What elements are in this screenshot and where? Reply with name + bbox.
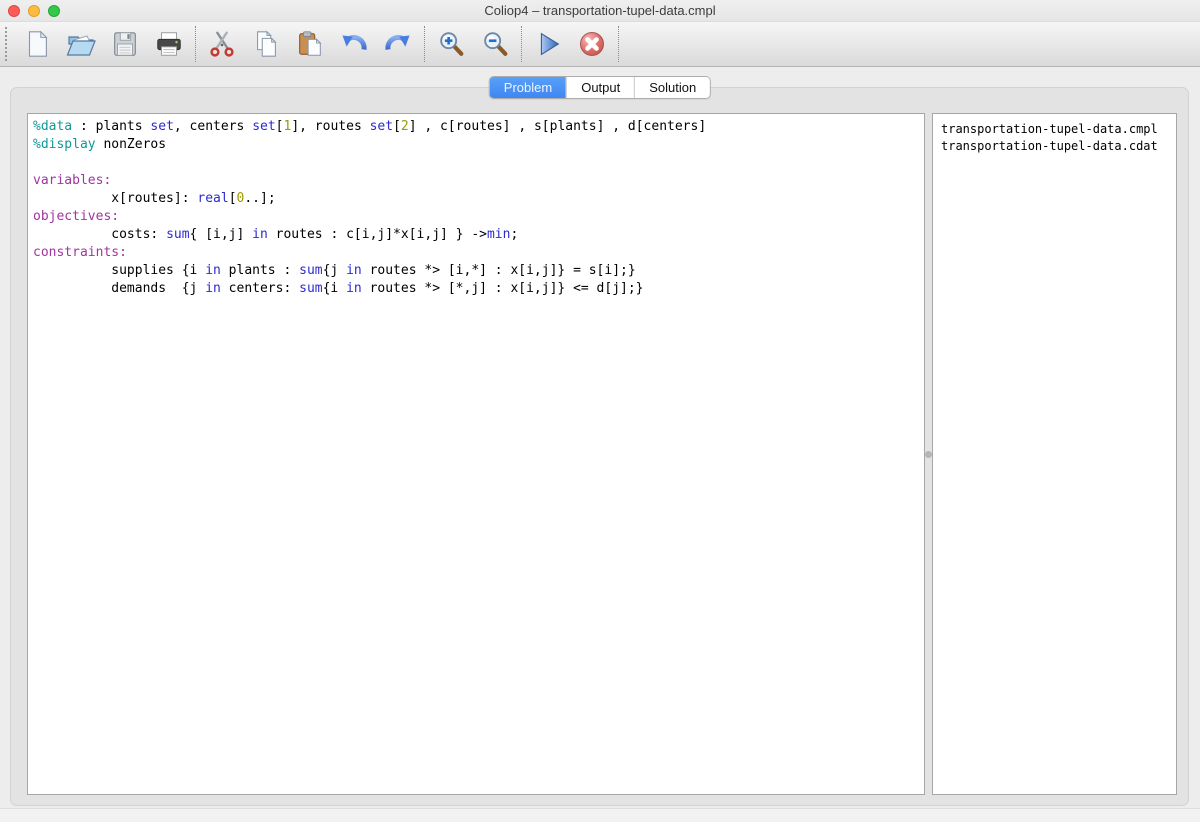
toolbar-separator [618, 26, 619, 62]
toolbar [0, 22, 1200, 67]
traffic-lights [8, 5, 60, 17]
open-file-button[interactable] [65, 28, 97, 60]
new-document-icon [22, 29, 52, 59]
toolbar-separator [195, 26, 196, 62]
code-line: objectives: [33, 208, 919, 226]
print-icon [154, 29, 184, 59]
run-button[interactable] [532, 28, 564, 60]
save-icon [110, 29, 140, 59]
file-list-item[interactable]: transportation-tupel-data.cmpl [941, 121, 1168, 138]
close-button[interactable] [8, 5, 20, 17]
toolbar-separator [521, 26, 522, 62]
minimize-button[interactable] [28, 5, 40, 17]
status-bar [0, 808, 1200, 822]
code-line: variables: [33, 172, 919, 190]
run-play-icon [533, 29, 563, 59]
tab-output[interactable]: Output [566, 77, 634, 98]
copy-button[interactable] [250, 28, 282, 60]
stop-button[interactable] [576, 28, 608, 60]
zoom-in-icon [436, 29, 466, 59]
tab-problem[interactable]: Problem [490, 77, 566, 98]
redo-icon [382, 28, 414, 60]
undo-icon [338, 28, 370, 60]
cut-button[interactable] [206, 28, 238, 60]
project-file-list[interactable]: transportation-tupel-data.cmpltransporta… [932, 113, 1177, 795]
zoom-out-icon [480, 29, 510, 59]
paste-button[interactable] [294, 28, 326, 60]
paste-clipboard-icon [295, 29, 325, 59]
open-folder-icon [65, 28, 97, 60]
code-line: demands {j in centers: sum{i in routes *… [33, 280, 919, 298]
window-title: Coliop4 – transportation-tupel-data.cmpl [0, 0, 1200, 21]
redo-button[interactable] [382, 28, 414, 60]
code-line: x[routes]: real[0..]; [33, 190, 919, 208]
view-tabs: Problem Output Solution [489, 76, 711, 99]
code-line: %data : plants set, centers set[1], rout… [33, 118, 919, 136]
toolbar-separator [424, 26, 425, 62]
copy-icon [251, 29, 281, 59]
splitter-handle[interactable] [925, 451, 932, 458]
stop-cancel-icon [576, 28, 608, 60]
code-editor-panel[interactable]: %data : plants set, centers set[1], rout… [27, 113, 925, 795]
code-line: constraints: [33, 244, 919, 262]
zoom-out-button[interactable] [479, 28, 511, 60]
save-button[interactable] [109, 28, 141, 60]
zoom-in-button[interactable] [435, 28, 467, 60]
toolbar-drag-handle[interactable] [5, 27, 7, 61]
code-editor[interactable]: %data : plants set, centers set[1], rout… [28, 114, 924, 302]
code-line: costs: sum{ [i,j] in routes : c[i,j]*x[i… [33, 226, 919, 244]
undo-button[interactable] [338, 28, 370, 60]
new-file-button[interactable] [21, 28, 53, 60]
app-window: Coliop4 – transportation-tupel-data.cmpl [0, 0, 1200, 822]
tab-solution[interactable]: Solution [634, 77, 710, 98]
title-bar[interactable]: Coliop4 – transportation-tupel-data.cmpl [0, 0, 1200, 22]
code-line: %display nonZeros [33, 136, 919, 154]
code-line: supplies {i in plants : sum{j in routes … [33, 262, 919, 280]
cut-scissors-icon [207, 29, 237, 59]
code-line [33, 154, 919, 172]
print-button[interactable] [153, 28, 185, 60]
file-list-item[interactable]: transportation-tupel-data.cdat [941, 138, 1168, 155]
zoom-window-button[interactable] [48, 5, 60, 17]
